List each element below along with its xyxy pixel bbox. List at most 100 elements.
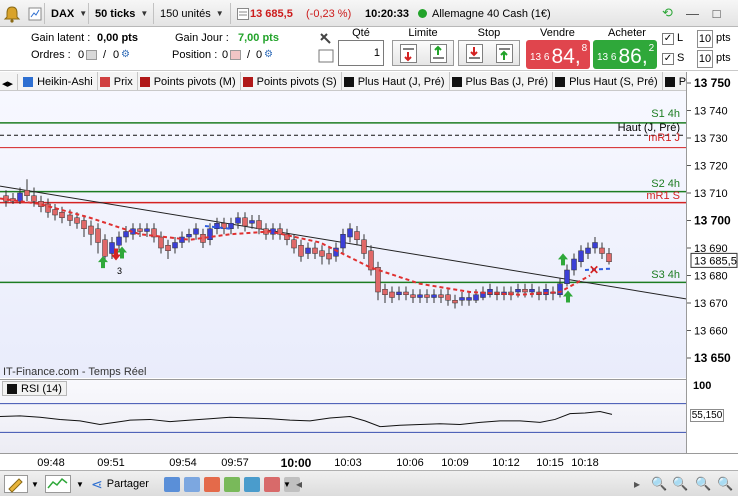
ordres-icon[interactable] [84, 49, 99, 61]
indicator-tab[interactable]: Heikin-Ashi [21, 72, 98, 90]
order-tool-icon[interactable] [317, 30, 335, 69]
candle-up [340, 234, 346, 249]
sell-button[interactable]: 13 6 84, 8 [526, 40, 590, 69]
candle-up [305, 247, 311, 254]
indicator-tab-label: Heikin-Ashi [37, 75, 93, 88]
interval-select[interactable]: 50 ticks ▼ [88, 3, 152, 24]
price-axis[interactable]: 13 750 13 740 13 730 13 720 13 710 13 700 13 6… [686, 72, 738, 453]
tabs-grip-icon[interactable]: ◂▸ [0, 73, 19, 90]
indicator-tab[interactable]: Plus Bas (J, Pré) [450, 72, 554, 90]
candle-up [466, 297, 472, 301]
zoom-reset-icon[interactable]: 🔍 [695, 475, 711, 493]
indicator-icon[interactable] [204, 476, 220, 492]
layout-icon[interactable] [164, 476, 180, 492]
candle-down [95, 228, 101, 243]
symbol-select[interactable]: DAX ▼ [44, 3, 87, 24]
candle-down [52, 209, 58, 216]
candle-up [592, 242, 598, 249]
candle-down [158, 236, 164, 249]
indicator-tab[interactable]: Points pivots (M) [138, 72, 241, 90]
backtest-icon[interactable] [244, 476, 260, 492]
chart-canvas[interactable]: ✕ [0, 91, 686, 378]
candle-up [417, 294, 423, 298]
maximize-icon[interactable]: □ [706, 3, 727, 23]
last-price: 13 685,5 [250, 7, 293, 20]
gear-icon[interactable]: ⚙ [264, 49, 273, 60]
candle-down [242, 217, 248, 227]
limit-sell-icon[interactable] [399, 43, 417, 63]
candle-down [424, 294, 430, 298]
level-label-s1: S1 4h [651, 108, 680, 120]
sell-price-prefix: 13 6 [530, 52, 550, 63]
rsi-label: RSI (14) [21, 382, 62, 395]
indicator-tab[interactable]: Plus Haut (J, Pré) [342, 72, 450, 90]
zoom-auto-icon[interactable]: 🔍 [717, 475, 733, 493]
candle-down [606, 253, 612, 262]
candle-up [585, 247, 591, 254]
limit-points-unit: pts [716, 32, 731, 44]
template-icon[interactable] [184, 476, 200, 492]
chart-type-icon[interactable] [45, 475, 71, 493]
candle-up [571, 258, 577, 271]
price-chart[interactable]: ✕ S1 4h Haut (J, Pré) mR1 J S2 4h mR1 S … [0, 91, 686, 378]
time-axis[interactable]: 09:48 09:51 09:54 09:57 10:00 10:03 10:06 10:09… [0, 453, 738, 470]
price-axis-ticks: 13 750 13 740 13 730 13 720 13 710 13 700 13 6… [687, 76, 738, 365]
scroll-right-icon[interactable]: ▸ [634, 475, 640, 493]
price-tick-label: 13 670 [694, 298, 728, 310]
rsi-tab[interactable]: RSI (14) [2, 381, 67, 396]
zoom-out-icon[interactable]: 🔍 [651, 475, 667, 493]
share-button[interactable]: ⋖ Partager [91, 475, 149, 493]
candle-down [403, 291, 409, 295]
units-select[interactable]: 150 unités ▼ [153, 3, 229, 24]
candle-down [438, 294, 444, 298]
candle-up [431, 294, 437, 298]
stop-buy-icon[interactable] [495, 43, 513, 63]
watchlist-icon[interactable] [230, 3, 250, 24]
minimize-icon[interactable]: — [682, 3, 703, 23]
chevron-down-icon[interactable]: ▼ [76, 475, 84, 493]
chevron-down-icon[interactable]: ▼ [31, 475, 39, 493]
time-tick-label: 09:51 [97, 457, 125, 469]
stop-sell-icon[interactable] [465, 43, 483, 63]
buy-price-main: 86, [618, 45, 648, 68]
indicator-tab[interactable]: Points pivots (S) [241, 72, 342, 90]
acheter-label: Acheter [608, 27, 646, 39]
buy-button[interactable]: 13 6 86, 2 [593, 40, 657, 69]
candle-up [333, 247, 339, 257]
stop-points-input[interactable]: 10 [697, 50, 713, 68]
candle-up [186, 234, 192, 238]
limit-points-input[interactable]: 10 [697, 30, 713, 48]
indicator-color-swatch [343, 76, 354, 87]
indicator-tab[interactable]: Plu [663, 72, 686, 90]
candle-down [31, 195, 37, 202]
gear-icon[interactable]: ⚙ [121, 49, 130, 60]
candle-up [172, 242, 178, 249]
scroll-left-icon[interactable]: ◂ [296, 475, 302, 493]
indicator-tab-label: Plus Bas (J, Pré) [465, 75, 549, 88]
candle-up [396, 291, 402, 295]
indicator-tab-label: Plus Haut (S, Pré) [569, 75, 658, 88]
strategy-icon[interactable] [224, 476, 240, 492]
candle-down [45, 203, 51, 213]
refresh-icon[interactable]: ⟲ [657, 3, 678, 23]
limit-checkbox[interactable]: ✓ [662, 33, 674, 45]
pen-icon[interactable] [4, 475, 28, 493]
time-tick-label: 09:57 [221, 457, 249, 469]
zoom-in-icon[interactable]: 🔍 [672, 475, 688, 493]
stop-checkbox[interactable]: ✓ [662, 53, 674, 65]
alert-list-icon[interactable] [264, 476, 280, 492]
price-tick-label: 13 720 [694, 161, 728, 173]
time-tick-label: 09:54 [169, 457, 197, 469]
indicator-tab[interactable]: Prix [98, 72, 138, 90]
chevron-down-icon[interactable]: ▼ [283, 475, 291, 493]
position-icon[interactable] [228, 49, 243, 61]
candle-down [256, 220, 262, 229]
qty-input[interactable]: 1 [338, 40, 384, 66]
indicator-tab[interactable]: Plus Haut (S, Pré) [553, 72, 663, 90]
limit-buy-icon[interactable] [429, 43, 447, 63]
candle-up [564, 269, 570, 284]
rsi-panel[interactable]: RSI (14) [0, 379, 686, 453]
price-change: (-0,23 %) [306, 7, 352, 20]
candle-up [235, 217, 241, 224]
alert-icon[interactable] [3, 3, 21, 24]
